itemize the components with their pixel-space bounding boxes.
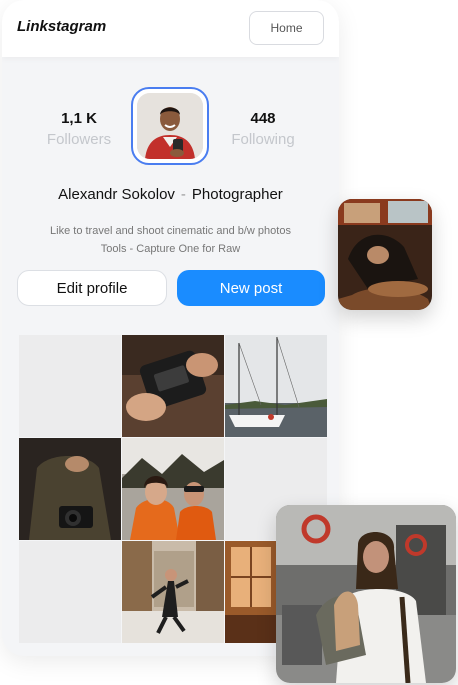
grid-tile-sailboats[interactable] (225, 335, 327, 437)
street-dance-photo (122, 541, 224, 643)
edit-profile-button[interactable]: Edit profile (17, 270, 167, 306)
profile-bio: Like to travel and shoot cinematic and b… (2, 222, 339, 258)
grid-tile-friends-selfie[interactable] (122, 438, 224, 540)
avatar-illustration (137, 93, 203, 159)
grid-tile-empty (19, 541, 121, 643)
floating-photo-traveler[interactable] (276, 505, 456, 683)
profile-name-line: Alexandr Sokolov - Photographer (2, 186, 339, 203)
woman-cafe-photo (338, 199, 432, 310)
grid-tile-camera-hands[interactable] (122, 335, 224, 437)
app-header: Linkstagram Home (2, 0, 339, 57)
app-logo[interactable]: Linkstagram (17, 18, 106, 35)
grid-tile-man-camera[interactable] (19, 438, 121, 540)
following-stat[interactable]: 448 Following (218, 110, 308, 148)
home-button[interactable]: Home (249, 11, 324, 45)
new-post-button[interactable]: New post (177, 270, 325, 306)
followers-label: Followers (46, 131, 112, 148)
bio-line: Tools - Capture One for Raw (100, 243, 241, 255)
profile-role: Photographer (191, 186, 283, 203)
friends-selfie-photo (122, 438, 224, 540)
followers-count: 1,1 K (61, 110, 97, 127)
grid-tile-empty (19, 335, 121, 437)
grid-tile-street-dance[interactable] (122, 541, 224, 643)
name-separator: - (180, 186, 186, 203)
traveler-photo (276, 505, 456, 683)
following-count: 448 (250, 110, 276, 127)
following-label: Following (231, 131, 295, 148)
man-camera-photo (19, 438, 121, 540)
bio-line: Like to travel and shoot cinematic and b… (50, 225, 291, 237)
sailboats-photo (225, 335, 327, 437)
avatar-photo (137, 93, 203, 159)
avatar[interactable] (131, 87, 209, 165)
followers-stat[interactable]: 1,1 K Followers (34, 110, 124, 148)
profile-name: Alexandr Sokolov (58, 186, 175, 203)
floating-photo-woman-cafe[interactable] (338, 199, 432, 310)
camera-hands-photo (122, 335, 224, 437)
